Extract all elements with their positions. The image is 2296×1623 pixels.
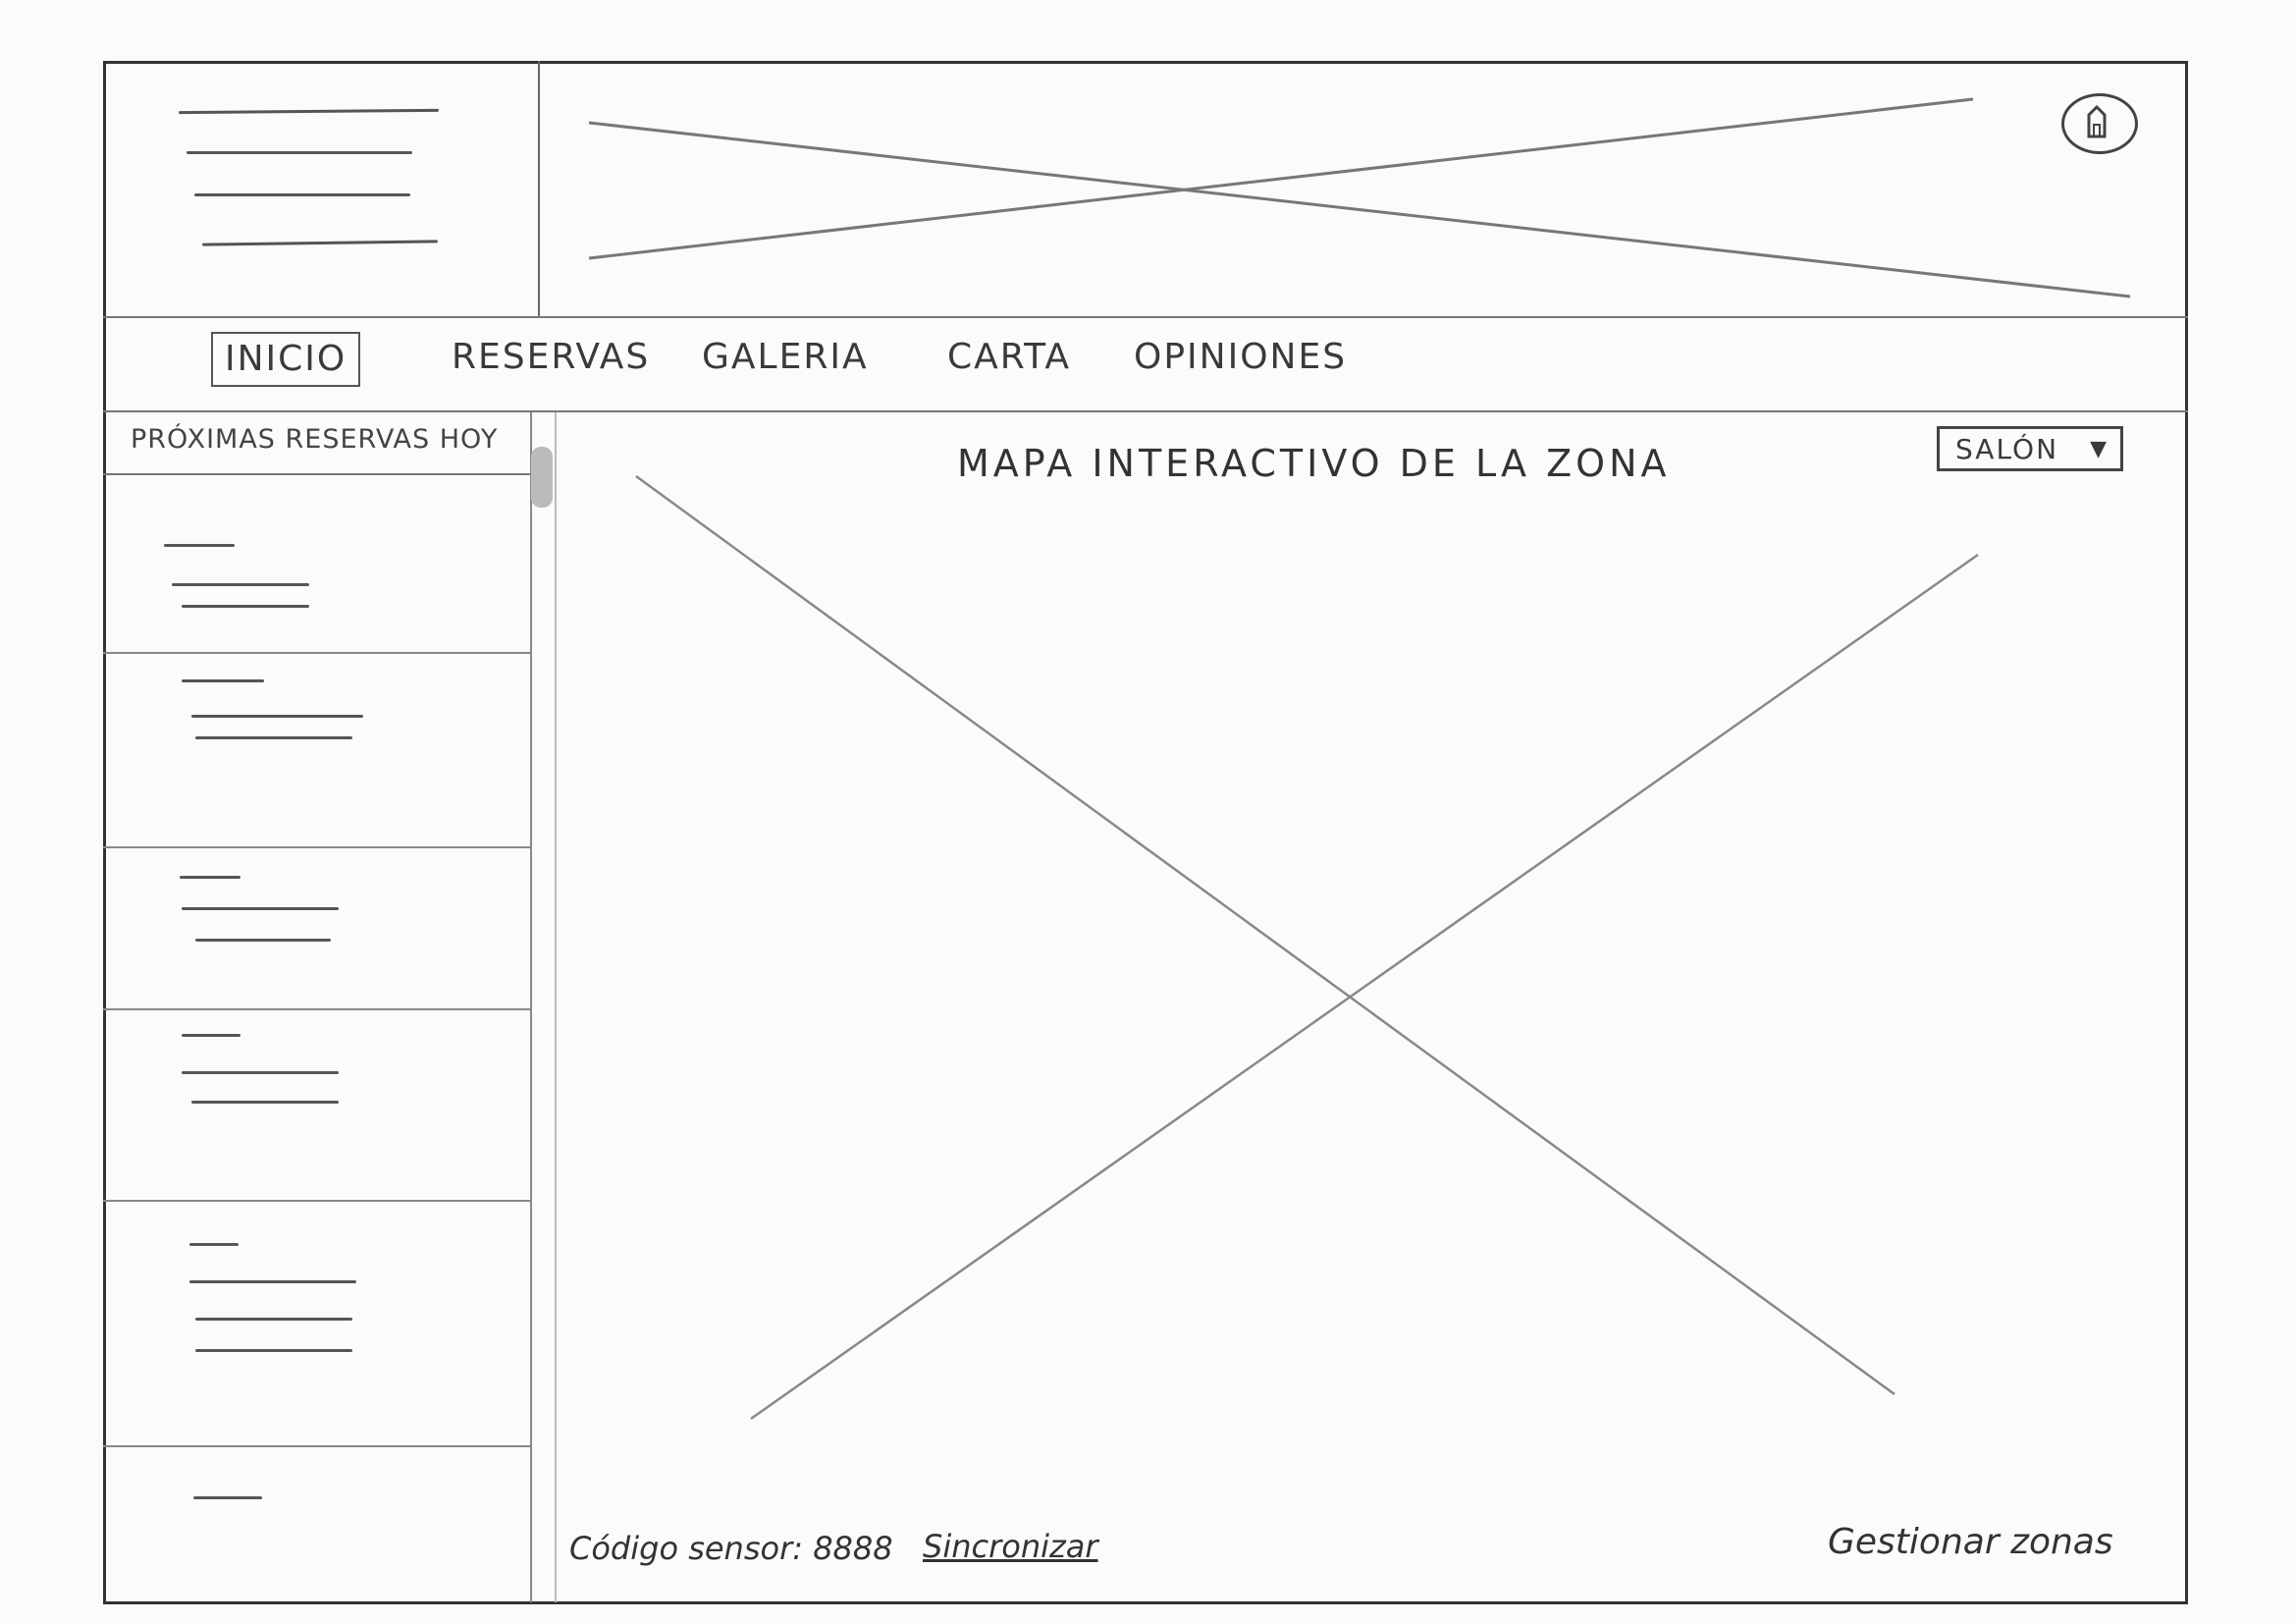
list-item[interactable] [103,1008,530,1202]
list-item[interactable] [103,1445,530,1602]
list-item[interactable] [103,475,530,654]
zone-select-value: SALÓN [1955,433,2059,465]
map-image-placeholder[interactable] [628,474,1993,1424]
home-icon[interactable] [2061,93,2138,154]
nav-inicio[interactable]: INICIO [211,332,361,387]
sidebar-divider [530,412,532,1602]
header-bottom-divider [103,316,2188,318]
header-divider [538,61,540,316]
sidebar-scrollbar-thumb[interactable] [531,447,553,508]
banner-image-placeholder [588,97,2131,298]
scrollbar-track-edge [555,412,557,1602]
list-item[interactable] [103,846,530,1010]
nav-opiniones[interactable]: OPINIONES [1134,334,1347,381]
nav-carta[interactable]: CARTA [947,334,1071,381]
zone-select[interactable]: SALÓN ▼ [1937,426,2123,471]
list-item[interactable] [103,1200,530,1447]
sidebar-title: PRÓXIMAS RESERVAS HOY [131,424,499,455]
nav-reservas[interactable]: RESERVAS [452,334,650,381]
nav-bottom-divider [103,410,2188,412]
sensor-code-label: Código sensor: 8888 [569,1530,893,1567]
nav-galeria[interactable]: GALERIA [702,334,869,381]
list-item[interactable] [103,652,530,848]
menu-icon[interactable] [167,98,461,265]
chevron-down-icon: ▼ [2090,437,2107,461]
manage-zones-link[interactable]: Gestionar zonas [1828,1522,2113,1562]
sync-link[interactable]: Sincronizar [923,1528,1098,1565]
